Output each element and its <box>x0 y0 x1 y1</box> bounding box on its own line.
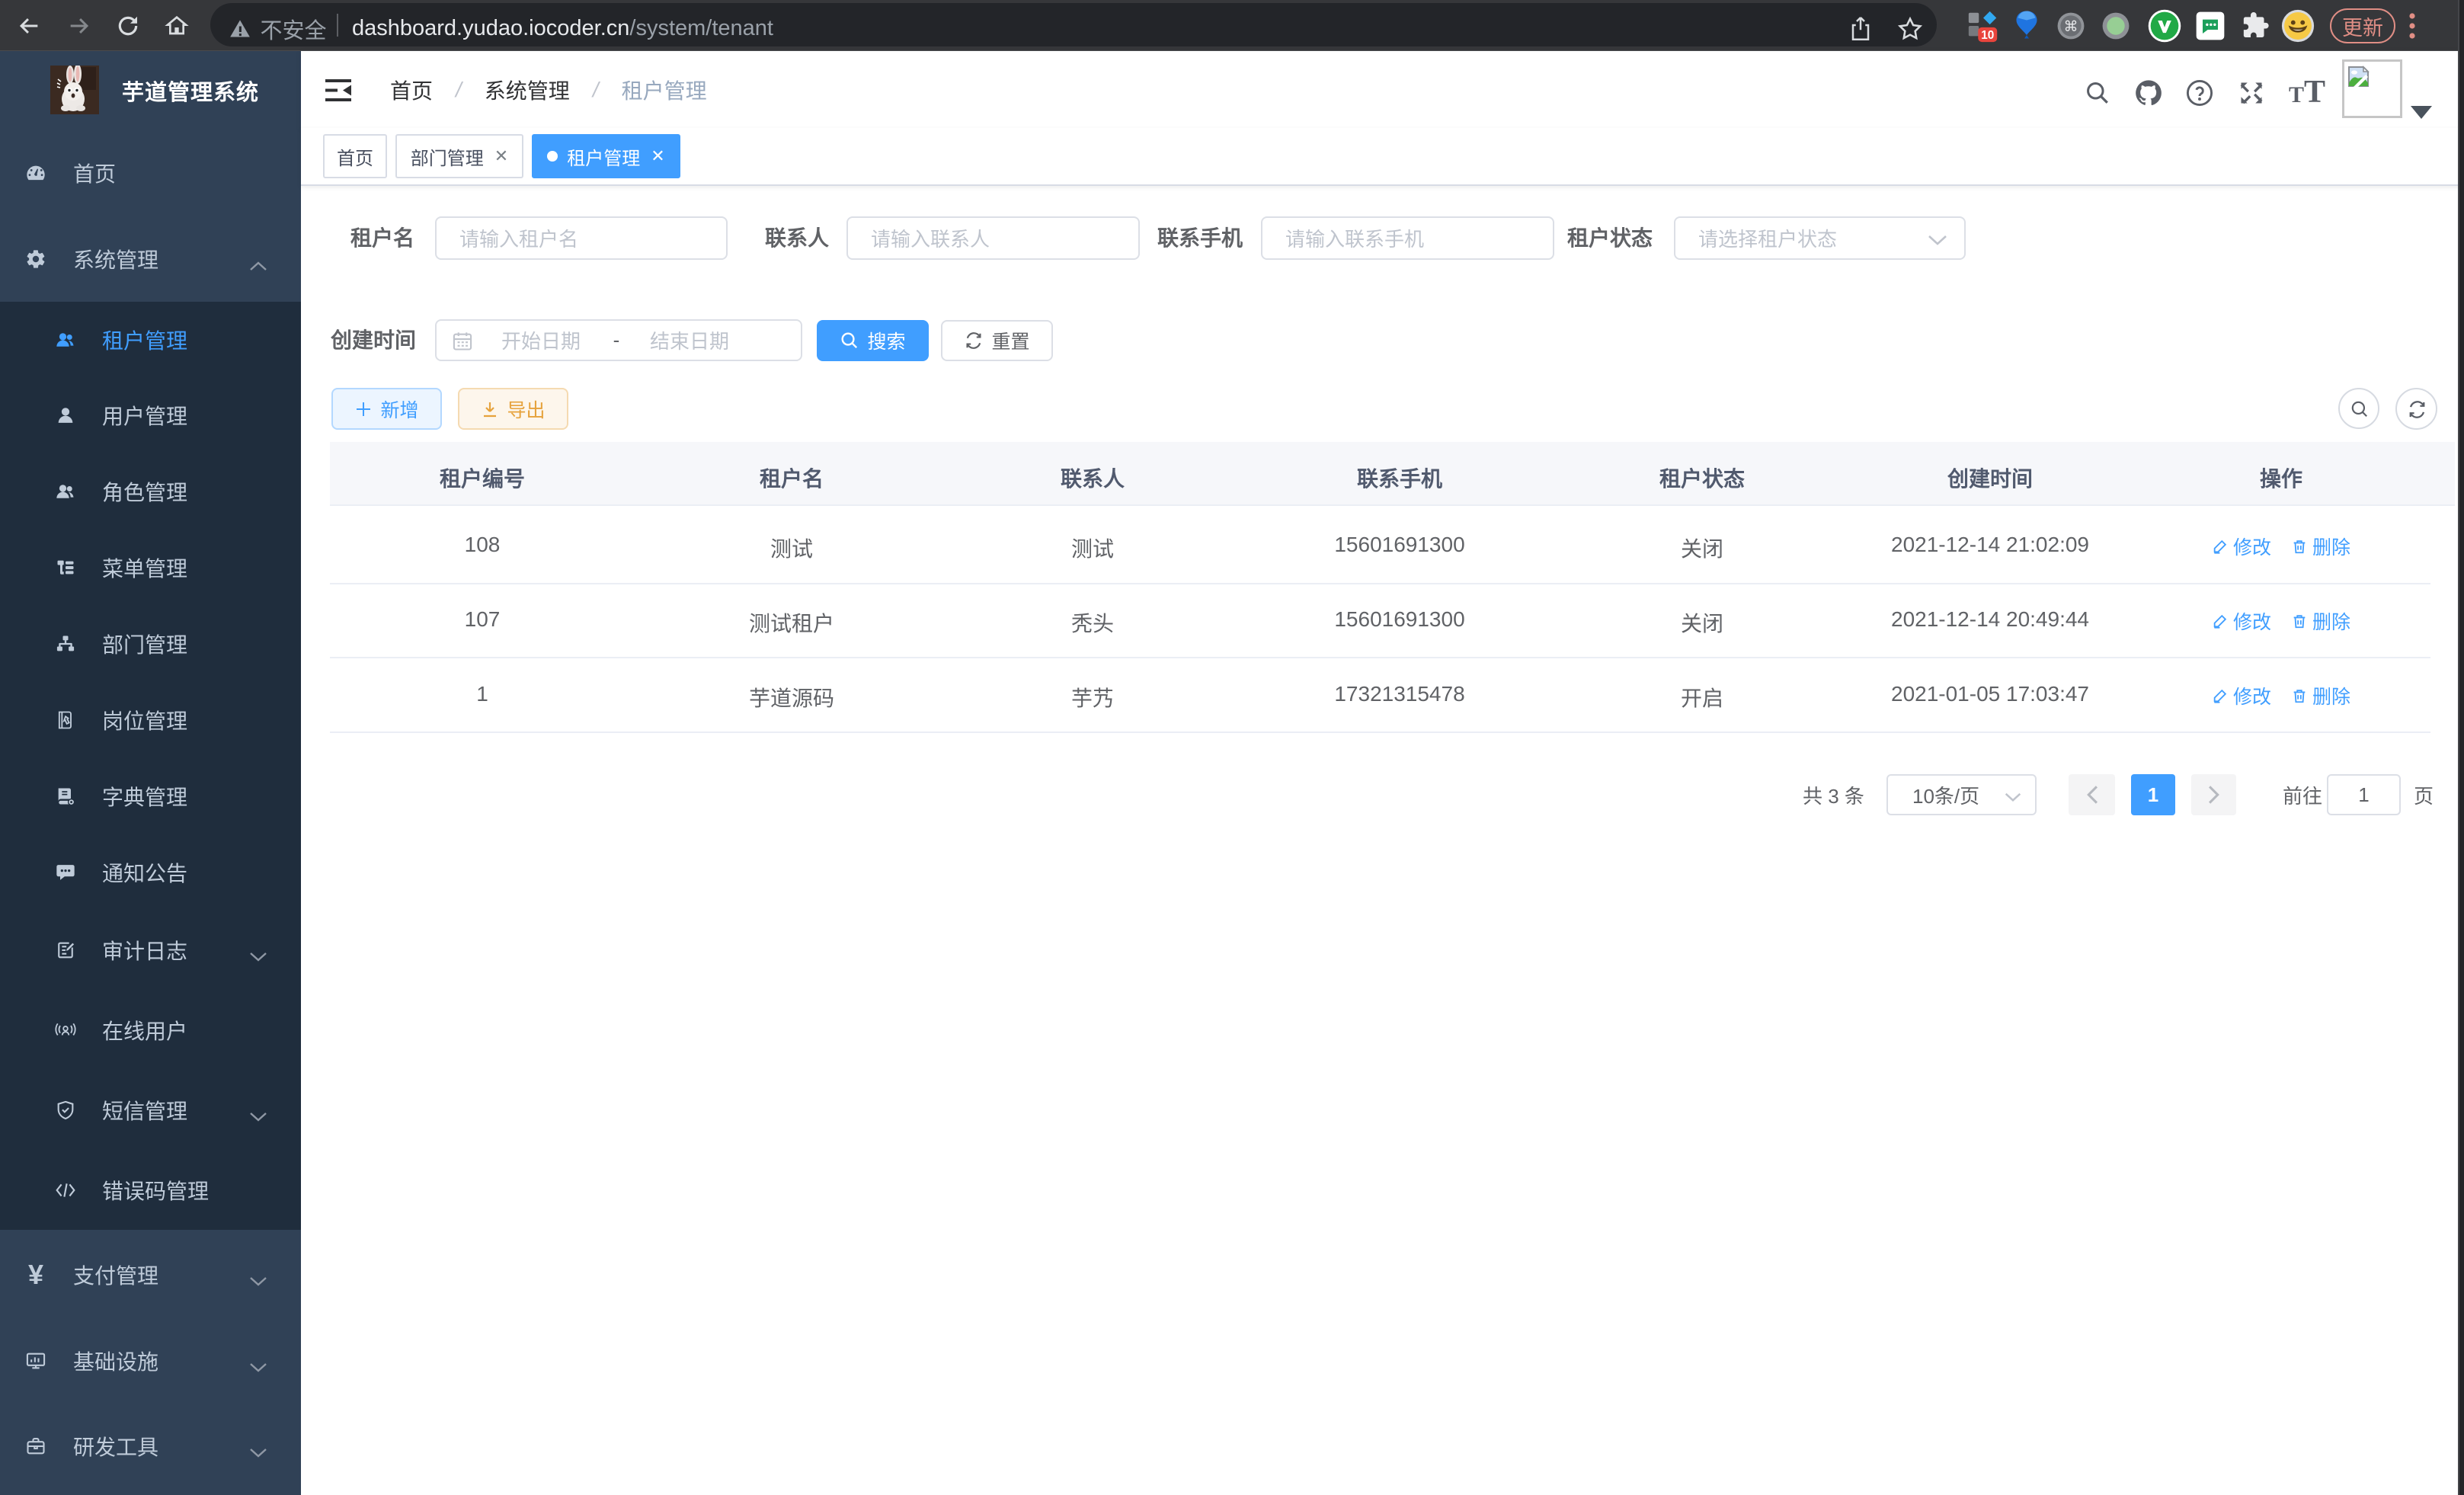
svg-text:10: 10 <box>1981 29 1994 42</box>
svg-text:⌘: ⌘ <box>2064 18 2078 34</box>
